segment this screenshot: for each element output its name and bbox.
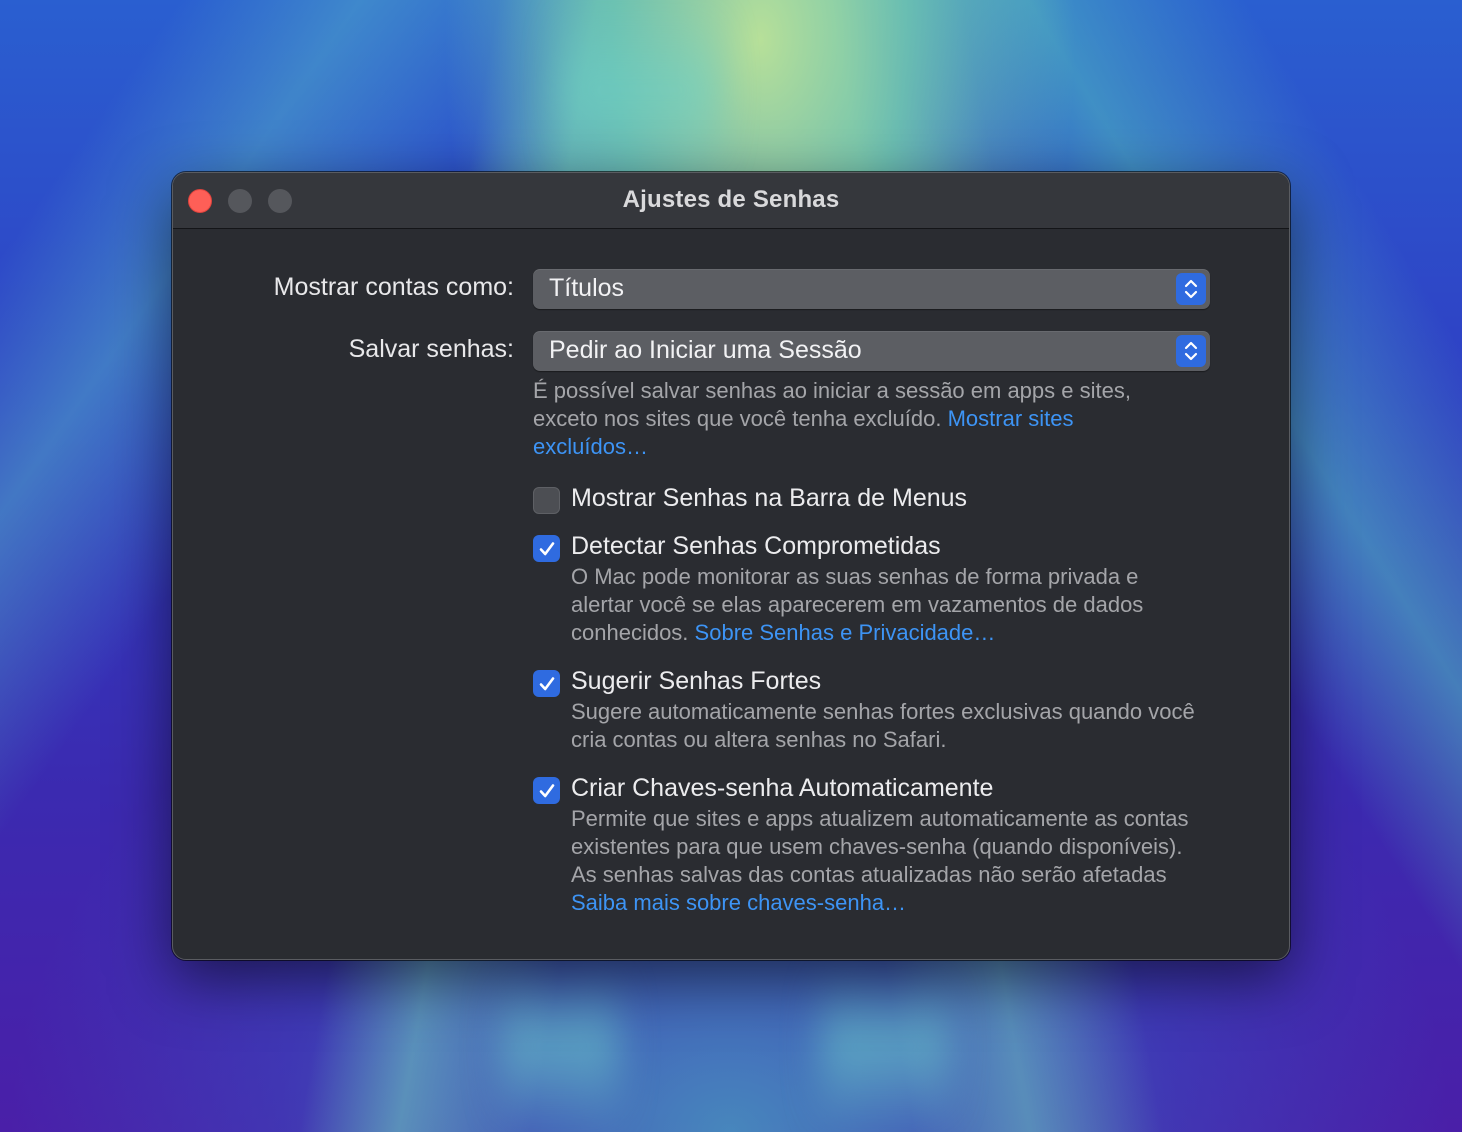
option-label: Mostrar Senhas na Barra de Menus (571, 484, 968, 512)
about-passwords-privacy-link[interactable]: Sobre Senhas e Privacidade… (695, 620, 996, 645)
save-passwords-value: Pedir ao Iniciar uma Sessão (549, 336, 862, 364)
option-label: Criar Chaves-senha Automaticamente (571, 774, 994, 802)
show-accounts-value: Títulos (549, 274, 625, 302)
option-label: Sugerir Senhas Fortes (571, 667, 822, 695)
option-help-text: Sugere automaticamente senhas fortes exc… (571, 699, 1195, 752)
show-accounts-label: Mostrar contas como: (273, 273, 514, 301)
checkmark-icon (539, 676, 554, 690)
window-title: Ajustes de Senhas (622, 186, 840, 213)
checkbox-checked[interactable] (533, 535, 560, 562)
settings-window: Ajustes de Senhas Mostrar contas como: T… (172, 172, 1290, 960)
save-passwords-label: Salvar senhas: (348, 335, 514, 363)
option-help: Sugere automaticamente senhas fortes exc… (571, 698, 1201, 754)
chevron-updown-icon (1176, 335, 1206, 367)
wallpaper-streak (820, 960, 950, 1132)
title-bar[interactable]: Ajustes de Senhas (173, 173, 1289, 229)
chevron-updown-icon (1176, 273, 1206, 305)
checkbox-unchecked[interactable] (533, 487, 560, 514)
checkmark-icon (539, 783, 554, 797)
checkbox-checked[interactable] (533, 777, 560, 804)
option-help: O Mac pode monitorar as suas senhas de f… (571, 563, 1191, 647)
learn-more-passkeys-link[interactable]: Saiba mais sobre chaves-senha… (571, 890, 906, 915)
option-label: Detectar Senhas Comprometidas (571, 532, 941, 560)
wallpaper-streak (500, 960, 620, 1132)
checkmark-icon (539, 541, 554, 555)
wallpaper-streak (560, 0, 720, 180)
checkbox-checked[interactable] (533, 670, 560, 697)
save-passwords-popup[interactable]: Pedir ao Iniciar uma Sessão (533, 331, 1210, 371)
save-passwords-help: É possível salvar senhas ao iniciar a se… (533, 377, 1173, 461)
show-accounts-popup[interactable]: Títulos (533, 269, 1210, 309)
option-help-text: Permite que sites e apps atualizem autom… (571, 806, 1189, 887)
option-help: Permite que sites e apps atualizem autom… (571, 805, 1196, 917)
